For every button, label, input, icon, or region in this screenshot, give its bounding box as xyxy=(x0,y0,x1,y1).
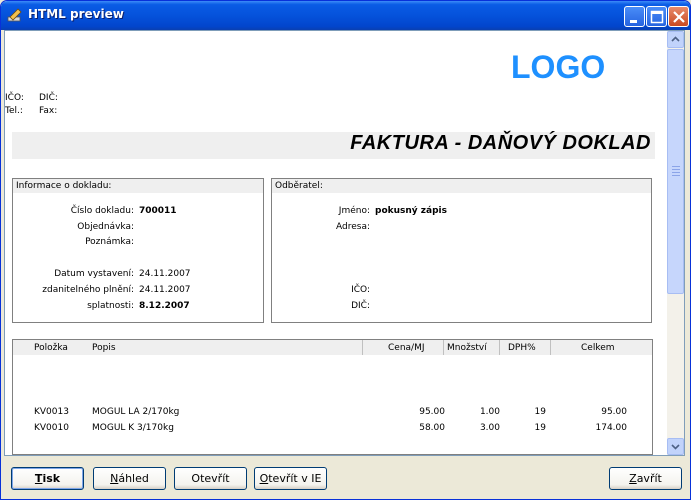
row-quantity: 3.00 xyxy=(479,423,500,433)
taxable-date-label: zdanitelného plnění: xyxy=(42,285,134,295)
arrow-up-icon xyxy=(671,36,680,42)
column-header-unit-price: Cena/MJ xyxy=(388,343,425,353)
customer-ico-label: IČO: xyxy=(351,285,370,295)
row-total: 174.00 xyxy=(595,423,628,433)
close-button[interactable]: Zavřít xyxy=(609,467,682,490)
items-table: Položka Popis Cena/MJ Množství DPH% Celk… xyxy=(12,339,653,455)
invoice-title-banner: FAKTURA - DAŇOVÝ DOKLAD xyxy=(12,132,655,159)
preview-viewport[interactable]: LOGO IČO: DIČ: Tel.: Fax: FAKTURA - DAŇO… xyxy=(4,30,685,456)
scroll-down-button[interactable] xyxy=(667,438,684,455)
scroll-up-button[interactable] xyxy=(667,31,684,48)
column-header-quantity: Množství xyxy=(447,343,487,353)
row-item-code: KV0013 xyxy=(34,407,69,417)
customer-header: Odběratel: xyxy=(272,179,651,193)
column-divider xyxy=(499,340,500,355)
column-divider xyxy=(362,340,363,355)
column-header-vat: DPH% xyxy=(508,343,536,353)
row-total: 95.00 xyxy=(601,407,627,417)
scrollbar-thumb[interactable] xyxy=(667,49,684,294)
column-divider xyxy=(550,340,551,355)
row-quantity: 1.00 xyxy=(479,407,500,417)
items-table-header: Položka Popis Cena/MJ Množství DPH% Celk… xyxy=(13,340,652,355)
close-icon xyxy=(673,11,685,23)
row-unit-price: 58.00 xyxy=(419,423,445,433)
document-number-label: Číslo dokladu: xyxy=(70,206,134,216)
note-label: Poznámka: xyxy=(85,237,134,247)
due-date-label: splatnosti: xyxy=(87,301,134,311)
minimize-icon xyxy=(630,20,637,23)
taxable-date-value: 24.11.2007 xyxy=(139,285,191,295)
column-header-item: Položka xyxy=(34,343,68,353)
issue-date-value: 24.11.2007 xyxy=(139,269,191,279)
tel-label: Tel.: xyxy=(5,106,23,116)
pencil-icon xyxy=(7,8,22,22)
customer-name-value: pokusný zápis xyxy=(375,206,447,216)
company-logo: LOGO xyxy=(511,49,606,85)
issue-date-label: Datum vystavení: xyxy=(54,269,134,279)
window-title: HTML preview xyxy=(28,7,124,21)
close-window-button[interactable] xyxy=(668,6,689,27)
row-vat: 19 xyxy=(534,423,546,433)
customer-dic-label: DIČ: xyxy=(351,301,370,311)
column-divider xyxy=(443,340,444,355)
row-description: MOGUL K 3/170kg xyxy=(92,423,174,433)
title-bar[interactable]: HTML preview xyxy=(1,1,690,30)
maximize-icon xyxy=(650,10,664,24)
customer-name-label: Jméno: xyxy=(338,206,370,216)
document-number-value: 700011 xyxy=(139,206,177,216)
dic-label: DIČ: xyxy=(39,93,58,103)
column-header-description: Popis xyxy=(92,343,116,353)
button-bar: Tisk Náhled Otevřít Otevřít v IE Zavřít xyxy=(1,457,690,499)
ico-label: IČO: xyxy=(5,93,24,103)
customer-address-label: Adresa: xyxy=(336,222,370,232)
minimize-button[interactable] xyxy=(624,6,645,27)
invoice-document: LOGO IČO: DIČ: Tel.: Fax: FAKTURA - DAŇO… xyxy=(5,31,666,455)
document-info-header: Informace o dokladu: xyxy=(13,179,263,193)
fax-label: Fax: xyxy=(39,106,58,116)
maximize-button[interactable] xyxy=(646,6,667,27)
preview-button[interactable]: Náhled xyxy=(93,467,166,490)
arrow-down-icon xyxy=(671,444,680,450)
document-info-box: Informace o dokladu: Číslo dokladu: 7000… xyxy=(12,178,264,323)
vertical-scrollbar[interactable] xyxy=(667,31,684,455)
row-description: MOGUL LA 2/170kg xyxy=(92,407,180,417)
open-in-ie-button[interactable]: Otevřít v IE xyxy=(254,467,327,490)
row-unit-price: 95.00 xyxy=(419,407,445,417)
due-date-value: 8.12.2007 xyxy=(139,301,190,311)
order-label: Objednávka: xyxy=(77,222,134,232)
print-button[interactable]: Tisk xyxy=(11,467,84,490)
invoice-title: FAKTURA - DAŇOVÝ DOKLAD xyxy=(350,132,651,154)
column-header-total: Celkem xyxy=(581,343,615,353)
row-vat: 19 xyxy=(534,407,546,417)
html-preview-window: HTML preview LOGO IČO: DIČ: Tel.: Fax: F… xyxy=(0,0,691,500)
open-button[interactable]: Otevřít xyxy=(174,467,247,490)
customer-box: Odběratel: Jméno: pokusný zápis Adresa: … xyxy=(271,178,652,323)
row-item-code: KV0010 xyxy=(34,423,69,433)
